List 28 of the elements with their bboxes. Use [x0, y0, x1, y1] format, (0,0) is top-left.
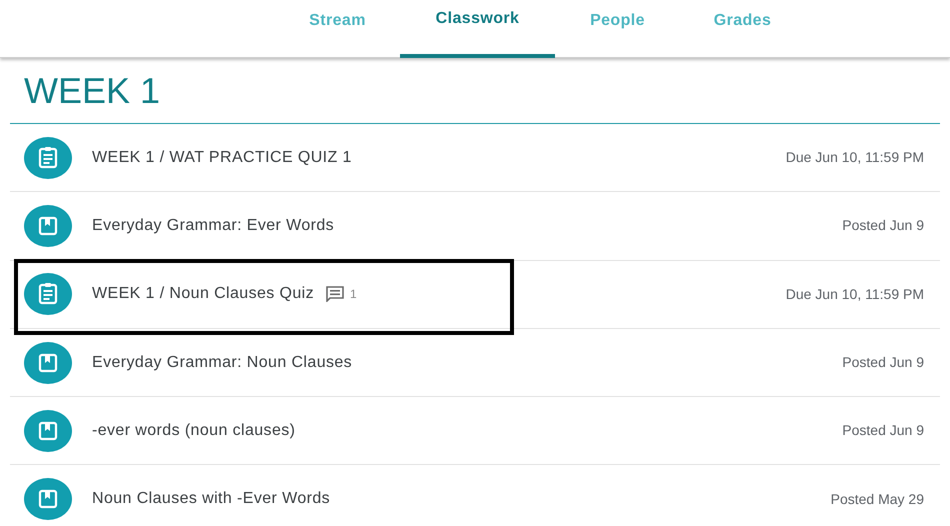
item-date: Posted Jun 9 [842, 353, 924, 372]
classwork-item[interactable]: -ever words (noun clauses) Posted Jun 9 [10, 397, 940, 466]
item-title: Noun Clauses with -Ever Words [92, 489, 330, 510]
item-date: Posted May 29 [830, 490, 924, 509]
item-title: -ever words (noun clauses) [92, 420, 296, 441]
book-icon [24, 478, 72, 520]
comment-count: 1 [350, 286, 357, 304]
item-title: WEEK 1 / WAT PRACTICE QUIZ 1 [92, 148, 352, 168]
comment-icon [326, 286, 344, 302]
topic-title: WEEK 1 [24, 72, 160, 108]
item-title: WEEK 1 / Noun Clauses Quiz [92, 284, 314, 304]
item-date: Due Jun 10, 11:59 PM [786, 148, 924, 168]
item-title: Everyday Grammar: Ever Words [92, 216, 334, 236]
classwork-item[interactable]: Everyday Grammar: Noun Clauses Posted Jun 9 [10, 328, 940, 398]
tab[interactable]: Classwork [400, 0, 555, 58]
item-date: Posted Jun 9 [842, 421, 924, 440]
clipboard-icon [24, 136, 72, 179]
item-date: Posted Jun 9 [842, 216, 924, 236]
classwork-item[interactable]: WEEK 1 / WAT PRACTICE QUIZ 1 Due Jun 10, 11:59 PM [10, 124, 940, 192]
clipboard-icon [24, 273, 72, 316]
classwork-item[interactable]: WEEK 1 / Noun Clauses Quiz 1 Due Jun 10, 11:59 PM [10, 260, 940, 329]
classwork-item[interactable]: Noun Clauses with -Ever Words Posted May 29 [10, 465, 940, 526]
item-title: Everyday Grammar: Noun Clauses [92, 352, 352, 373]
item-date: Due Jun 10, 11:59 PM [786, 284, 924, 304]
book-icon [24, 204, 72, 247]
book-icon [24, 342, 72, 384]
book-icon [24, 410, 72, 452]
classwork-item[interactable]: Everyday Grammar: Ever Words Posted Jun 9 [10, 192, 940, 261]
